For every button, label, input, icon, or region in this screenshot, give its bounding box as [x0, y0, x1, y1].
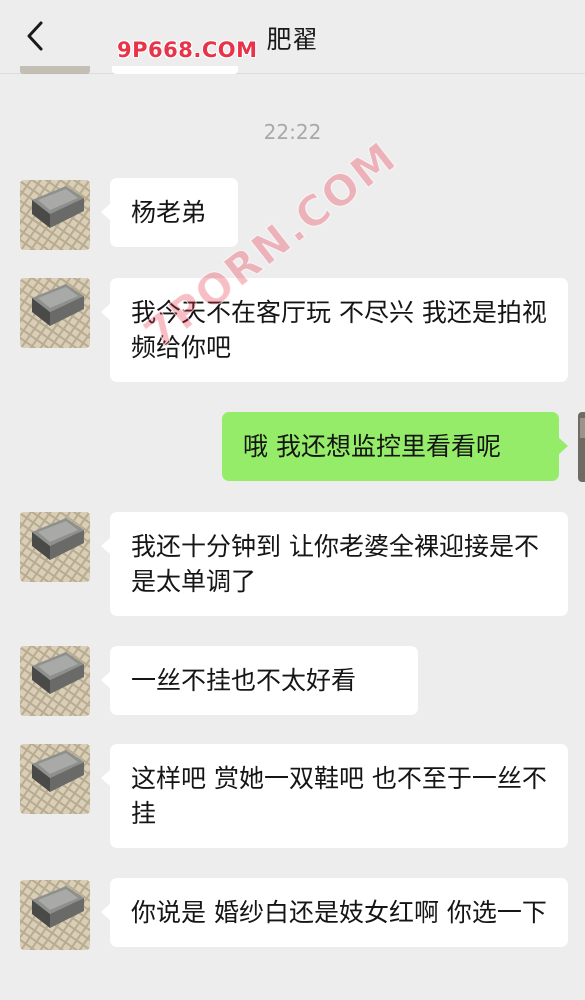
- my-avatar[interactable]: [578, 412, 585, 482]
- message-bubble[interactable]: 这样吧 赏她一双鞋吧 也不至于一丝不挂: [101, 744, 568, 848]
- message-bubble[interactable]: 我还十分钟到 让你老婆全裸迎接是不是太单调了: [101, 512, 568, 616]
- avatar-image: [20, 512, 90, 582]
- avatar[interactable]: [20, 512, 90, 582]
- avatar[interactable]: [20, 744, 90, 814]
- chat-title: 肥翟: [266, 25, 319, 54]
- avatar[interactable]: [20, 180, 90, 250]
- avatar[interactable]: [20, 646, 90, 716]
- avatar-image: [20, 180, 90, 250]
- message-bubble[interactable]: 一丝不挂也不太好看: [101, 646, 418, 715]
- avatar-image: [20, 646, 90, 716]
- avatar[interactable]: [20, 278, 90, 348]
- previous-bubble-edge: [112, 66, 238, 74]
- avatar-image: [20, 278, 90, 348]
- watermark-top: 9P668.COM: [117, 38, 258, 62]
- avatar-image: [20, 880, 90, 950]
- previous-avatar-edge: [20, 66, 90, 74]
- chat-screen: 肥翟 9P668.COM 22:22 杨老弟 我今天不在客厅玩 不尽兴 我还是拍…: [0, 0, 585, 1000]
- chat-header: 肥翟 9P668.COM: [0, 0, 585, 74]
- message-bubble[interactable]: 你说是 婚纱白还是妓女红啊 你选一下: [101, 878, 568, 947]
- avatar[interactable]: [20, 880, 90, 950]
- avatar-image: [578, 412, 585, 482]
- timestamp: 22:22: [263, 120, 322, 144]
- message-bubble[interactable]: 哦 我还想监控里看看呢: [222, 412, 568, 481]
- avatar-image: [20, 744, 90, 814]
- message-bubble[interactable]: 我今天不在客厅玩 不尽兴 我还是拍视频给你吧: [101, 278, 568, 382]
- message-bubble[interactable]: 杨老弟: [101, 178, 238, 247]
